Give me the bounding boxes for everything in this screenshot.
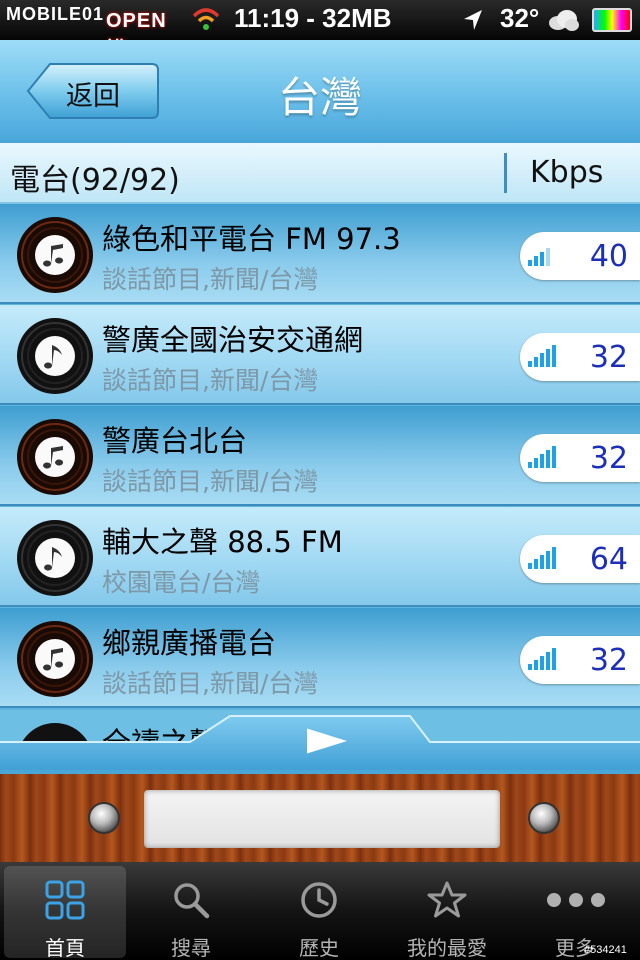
bitrate-value: 32 bbox=[589, 643, 628, 678]
status-temperature: 32° bbox=[500, 3, 540, 33]
station-category: 校園電台/台灣 bbox=[102, 568, 261, 597]
station-row[interactable]: 綠色和平電台 FM 97.3 談話節目,新聞/台灣 40 bbox=[0, 204, 640, 304]
tab-bar: 首頁 搜尋 歷史 我的最愛 更多 bbox=[0, 862, 640, 960]
signal-bars-icon bbox=[528, 648, 556, 670]
tab-history[interactable]: 歷史 bbox=[258, 866, 380, 960]
bitrate-value: 32 bbox=[589, 340, 628, 375]
music-disc-icon bbox=[17, 621, 93, 697]
music-disc-icon bbox=[17, 419, 93, 495]
home-grid-icon bbox=[45, 880, 85, 920]
cloud-icon bbox=[549, 10, 579, 31]
station-name: 綠色和平電台 FM 97.3 bbox=[102, 222, 401, 256]
page-title: 台灣 bbox=[277, 73, 362, 122]
station-name: 鄉親廣播電台 bbox=[102, 626, 277, 660]
list-header: 電台(92/92) Kbps bbox=[0, 140, 640, 204]
more-dots-icon bbox=[547, 893, 605, 907]
station-row[interactable]: 輔大之聲 88.5 FM 校園電台/台灣 64 bbox=[0, 507, 640, 607]
kbps-header: Kbps bbox=[530, 155, 604, 190]
bitrate-badge: 40 bbox=[520, 232, 640, 280]
signal-bars-icon bbox=[528, 446, 556, 468]
station-category: 談話節目,新聞/台灣 bbox=[102, 265, 319, 294]
navigation-bar: 返回 台灣 bbox=[0, 40, 640, 140]
music-disc-icon bbox=[17, 318, 93, 394]
star-icon bbox=[427, 881, 467, 918]
station-category: 談話節目,新聞/台灣 bbox=[102, 467, 319, 496]
left-knob bbox=[88, 802, 120, 834]
tab-search[interactable]: 搜尋 bbox=[130, 866, 252, 960]
watermark: #534241 bbox=[584, 944, 627, 956]
radio-panel bbox=[0, 770, 640, 862]
station-row[interactable]: 警廣全國治安交通網 談話節目,新聞/台灣 32 bbox=[0, 305, 640, 405]
status-bar: MOBILE01 OPEN講 11:19 - 32MB 32° bbox=[0, 0, 640, 61]
station-name: 警廣全國治安交通網 bbox=[102, 323, 364, 357]
tab-search-label: 搜尋 bbox=[171, 936, 211, 960]
bitrate-badge: 64 bbox=[520, 535, 640, 583]
carrier-name: MOBILE01 bbox=[6, 4, 105, 24]
tab-favorites-label: 我的最愛 bbox=[407, 936, 487, 960]
clock-icon bbox=[301, 882, 337, 918]
bitrate-badge: 32 bbox=[520, 434, 640, 482]
station-name: 警廣台北台 bbox=[102, 424, 248, 458]
tab-history-label: 歷史 bbox=[299, 936, 339, 960]
music-disc-icon bbox=[17, 520, 93, 596]
signal-bars-icon bbox=[528, 248, 550, 266]
tab-home[interactable]: 首頁 bbox=[4, 866, 126, 960]
bitrate-value: 64 bbox=[589, 542, 628, 577]
signal-bars-icon bbox=[528, 345, 556, 367]
wifi-icon bbox=[192, 8, 220, 30]
header-divider bbox=[504, 153, 507, 193]
station-name: 輔大之聲 88.5 FM bbox=[102, 525, 343, 559]
tuner-display bbox=[144, 790, 500, 848]
tab-favorites[interactable]: 我的最愛 bbox=[386, 866, 508, 960]
status-time: 11:19 - 32MB bbox=[234, 3, 392, 33]
play-icon[interactable] bbox=[300, 726, 354, 756]
location-arrow-icon bbox=[464, 10, 482, 30]
station-row[interactable]: 鄉親廣播電台 談話節目,新聞/台灣 32 bbox=[0, 608, 640, 708]
tab-home-label: 首頁 bbox=[45, 936, 85, 960]
carrier-label: MOBILE01 OPEN講 bbox=[6, 4, 166, 61]
station-list[interactable]: 綠色和平電台 FM 97.3 談話節目,新聞/台灣 40 警廣全國治安交通網 談… bbox=[0, 204, 640, 742]
bitrate-badge: 32 bbox=[520, 333, 640, 381]
battery-icon bbox=[592, 8, 632, 32]
music-disc-icon bbox=[17, 217, 93, 293]
search-icon bbox=[174, 883, 210, 919]
right-knob bbox=[528, 802, 560, 834]
bitrate-badge: 32 bbox=[520, 636, 640, 684]
bitrate-value: 40 bbox=[589, 239, 628, 274]
station-row[interactable]: 警廣台北台 談話節目,新聞/台灣 32 bbox=[0, 406, 640, 506]
signal-bars-icon bbox=[528, 547, 556, 569]
station-count-title: 電台(92/92) bbox=[10, 163, 180, 198]
bitrate-value: 32 bbox=[589, 441, 628, 476]
station-category: 談話節目,新聞/台灣 bbox=[102, 669, 319, 698]
station-category: 談話節目,新聞/台灣 bbox=[102, 366, 319, 395]
